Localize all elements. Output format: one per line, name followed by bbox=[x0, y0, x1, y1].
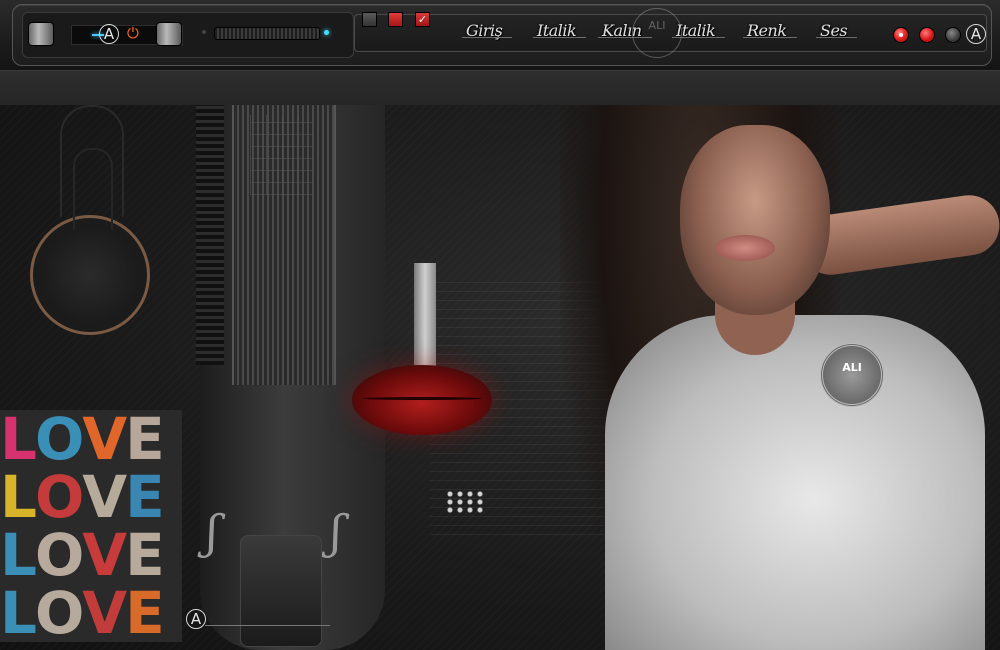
volume-slider[interactable] bbox=[214, 27, 320, 40]
mouth bbox=[715, 235, 775, 261]
white-tshirt bbox=[605, 315, 985, 650]
gray-round-button[interactable] bbox=[945, 27, 961, 43]
power-icon[interactable]: ⏻ bbox=[127, 24, 139, 42]
headphones-image bbox=[30, 148, 150, 335]
menu-renk[interactable]: Renk bbox=[743, 21, 796, 40]
top-toolbar: A ⏻ ✓ Giriş Italik Kalın Italik Renk Ses… bbox=[0, 0, 1000, 70]
f-hole-right: ʃ bbox=[330, 505, 343, 559]
paint-splash bbox=[445, 490, 485, 515]
red-square-button[interactable] bbox=[388, 12, 403, 27]
a-logo-icon: A bbox=[99, 24, 119, 44]
love-poster: LOVE LOVE LOVE LOVE bbox=[0, 410, 182, 642]
watermark-seal: ALI bbox=[820, 343, 884, 407]
status-led bbox=[324, 30, 329, 35]
red-lips-graphic bbox=[352, 365, 492, 435]
love-row-3: LOVE bbox=[0, 521, 165, 589]
indicator-dot bbox=[202, 30, 206, 34]
check-button[interactable]: ✓ bbox=[415, 12, 430, 27]
menu-italik[interactable]: Italik bbox=[532, 21, 587, 40]
f-hole-left: ʃ bbox=[206, 505, 219, 559]
red-round-button[interactable] bbox=[919, 27, 935, 43]
menu-giris[interactable]: Giriş bbox=[461, 21, 513, 40]
sub-toolbar bbox=[0, 70, 1000, 106]
watermark-logo: ALI bbox=[632, 8, 682, 58]
record-button[interactable] bbox=[893, 27, 909, 43]
menu-ses[interactable]: Ses bbox=[815, 21, 858, 40]
left-slider-handle[interactable] bbox=[29, 23, 53, 45]
love-row-1: LOVE bbox=[0, 405, 165, 473]
tailpiece bbox=[240, 535, 322, 647]
love-row-4: LOVE bbox=[0, 579, 165, 647]
signature-line bbox=[205, 625, 330, 626]
love-row-2: LOVE bbox=[0, 463, 165, 531]
gray-square-button[interactable] bbox=[362, 12, 377, 27]
a-logo-icon-right: A bbox=[966, 24, 986, 44]
piano-keys bbox=[196, 105, 224, 365]
right-slider-handle[interactable] bbox=[157, 23, 181, 45]
a-logo-icon-bottom: A bbox=[186, 609, 206, 629]
face bbox=[680, 125, 830, 315]
hero-image: ʃ ʃ LOVE LOVE LOVE LOVE ALI A bbox=[0, 105, 1000, 650]
check-icon: ✓ bbox=[417, 13, 428, 26]
woman-photo bbox=[560, 105, 1000, 650]
fretboard bbox=[250, 115, 314, 195]
